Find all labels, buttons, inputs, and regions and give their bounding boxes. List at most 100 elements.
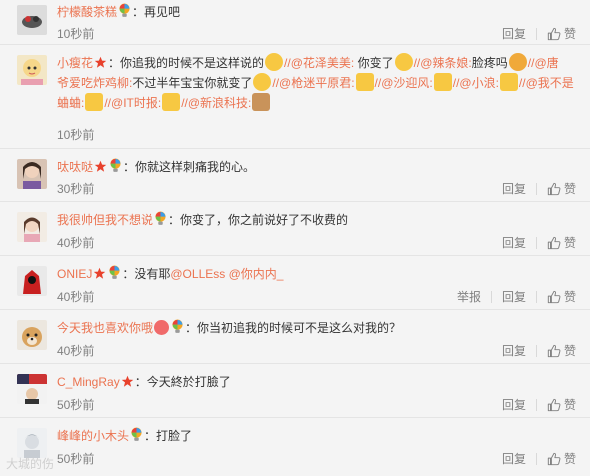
mention-link[interactable]: //@辣条娘: — [414, 56, 472, 70]
avatar[interactable] — [17, 320, 47, 350]
separator: ： — [132, 5, 145, 19]
avatar[interactable] — [17, 5, 47, 35]
comment-actions: 回复 赞 — [502, 234, 576, 251]
comment-item: 呔呔哒 ：你就这样刺痛我的心。 30秒前 回复 赞 — [0, 149, 590, 202]
timestamp: 40秒前 — [57, 236, 95, 250]
cat-emoji-icon — [162, 93, 181, 111]
cat-emoji-icon — [85, 93, 104, 111]
reply-button[interactable]: 回复 — [502, 180, 526, 197]
mention-link[interactable]: //@我不是 — [519, 76, 574, 90]
comment-text: 你变了 — [354, 56, 394, 70]
separator: ： — [123, 160, 136, 174]
timestamp: 40秒前 — [57, 290, 95, 304]
separator: ： — [122, 267, 135, 281]
avatar[interactable] — [17, 374, 47, 404]
separator: ： — [134, 375, 147, 389]
reply-button[interactable]: 回复 — [502, 342, 526, 359]
reply-button[interactable]: 回复 — [502, 25, 526, 42]
like-button[interactable]: 赞 — [547, 234, 576, 251]
comment-item: 今天我也喜欢你哦 ：你当初追我的时候可不是这么对我的？ 40秒前 回复 赞 — [0, 310, 590, 364]
thumbs-up-icon — [547, 27, 561, 41]
comment-text: 打脸了 — [156, 429, 193, 443]
timestamp: 30秒前 — [57, 182, 95, 196]
comment-actions: 回复 赞 — [502, 180, 576, 197]
report-button[interactable]: 举报 — [457, 288, 481, 305]
like-label: 赞 — [563, 27, 576, 41]
comment-actions: 举报 回复 赞 — [457, 288, 576, 305]
vip-bulb-icon — [118, 3, 131, 18]
emoji-icon — [394, 53, 413, 71]
reply-button[interactable]: 回复 — [502, 288, 526, 305]
divider — [535, 398, 537, 411]
username-link[interactable]: 小瘦花 — [57, 56, 93, 70]
vip-bulb-icon — [108, 265, 121, 280]
username-link[interactable]: 柠檬酸茶糕 — [57, 5, 117, 19]
like-button[interactable]: 赞 — [547, 288, 576, 305]
like-label: 赞 — [563, 344, 576, 358]
reply-button[interactable]: 回复 — [502, 234, 526, 251]
mention-link[interactable]: 爷爱吃炸鸡柳: — [57, 76, 132, 90]
mention-link[interactable]: //@新浪科技: — [181, 96, 251, 110]
watermark: 大城的伤 — [6, 457, 55, 471]
like-button[interactable]: 赞 — [547, 450, 576, 467]
comment-actions: 回复 赞 — [502, 342, 576, 359]
comment-text: 你变了，你之前说好了不收费的 — [180, 213, 349, 227]
mention-link[interactable]: @OLLEss — [170, 267, 225, 281]
timestamp: 40秒前 — [57, 344, 95, 358]
vip-bulb-icon — [171, 319, 184, 334]
mention-link[interactable]: 蛐蛐: — [57, 96, 84, 110]
comment-text: 你当初追我的时候可不是这么对我的？ — [197, 321, 402, 335]
divider — [535, 236, 537, 249]
timestamp: 10秒前 — [57, 27, 95, 41]
star-icon — [93, 267, 106, 280]
like-button[interactable]: 赞 — [547, 396, 576, 413]
cat-emoji-icon — [433, 73, 452, 91]
mention-link[interactable]: //@花泽美美: — [284, 56, 354, 70]
divider — [535, 452, 537, 465]
like-label: 赞 — [563, 236, 576, 250]
avatar[interactable] — [17, 212, 47, 242]
username-link[interactable]: ONIEJ — [57, 267, 92, 281]
avatar[interactable] — [17, 266, 47, 296]
thumbs-up-icon — [547, 182, 561, 196]
cat-emoji-icon — [355, 73, 374, 91]
like-button[interactable]: 赞 — [547, 25, 576, 42]
star-icon — [94, 56, 107, 69]
avatar[interactable] — [17, 55, 47, 85]
comment-item: 小瘦花 ：你追我的时候不是这样说的 //@花泽美美: 你变了 //@辣条娘:脸疼吗 //… — [0, 45, 590, 149]
like-label: 赞 — [563, 290, 576, 304]
comment-item: 峰峰的小木头 ：打脸了 50秒前 回复 赞 — [0, 418, 590, 476]
username-link[interactable]: 呔呔哒 — [57, 160, 93, 174]
avatar[interactable] — [17, 159, 47, 189]
timestamp: 10秒前 — [57, 128, 95, 142]
mention-link[interactable]: //@小浪: — [453, 76, 499, 90]
vip-bulb-icon — [109, 158, 122, 173]
comment-item: 柠檬酸茶糕 ：再见吧 10秒前 回复 赞 — [0, 0, 590, 45]
mention-link[interactable]: //@IT时报: — [104, 96, 161, 110]
separator: ： — [144, 429, 157, 443]
like-button[interactable]: 赞 — [547, 342, 576, 359]
comment-text: 再见吧 — [144, 5, 181, 19]
divider — [535, 182, 537, 195]
vip-bulb-icon — [154, 211, 167, 226]
comment-actions: 回复 赞 — [502, 396, 576, 413]
username-link[interactable]: C_MingRay — [57, 375, 120, 389]
mention-link[interactable]: //@枪迷平原君: — [272, 76, 354, 90]
mention-link[interactable]: @你内内_ — [229, 267, 284, 281]
thumbs-up-icon — [547, 236, 561, 250]
username-link[interactable]: 峰峰的小木头 — [57, 429, 129, 443]
timestamp: 50秒前 — [57, 452, 95, 466]
like-button[interactable]: 赞 — [547, 180, 576, 197]
mention-link[interactable]: //@沙迎风: — [375, 76, 433, 90]
emoji-icon — [508, 53, 527, 71]
reply-button[interactable]: 回复 — [502, 450, 526, 467]
like-label: 赞 — [563, 398, 576, 412]
reply-button[interactable]: 回复 — [502, 396, 526, 413]
thumbs-up-icon — [547, 290, 561, 304]
divider — [535, 27, 537, 40]
username-link[interactable]: 今天我也喜欢你哦 — [57, 321, 153, 335]
username-link[interactable]: 我很帅但我不想说 — [57, 213, 153, 227]
mention-link[interactable]: //@唐 — [528, 56, 559, 70]
vip-bulb-icon — [130, 427, 143, 442]
avatar[interactable] — [17, 428, 47, 458]
